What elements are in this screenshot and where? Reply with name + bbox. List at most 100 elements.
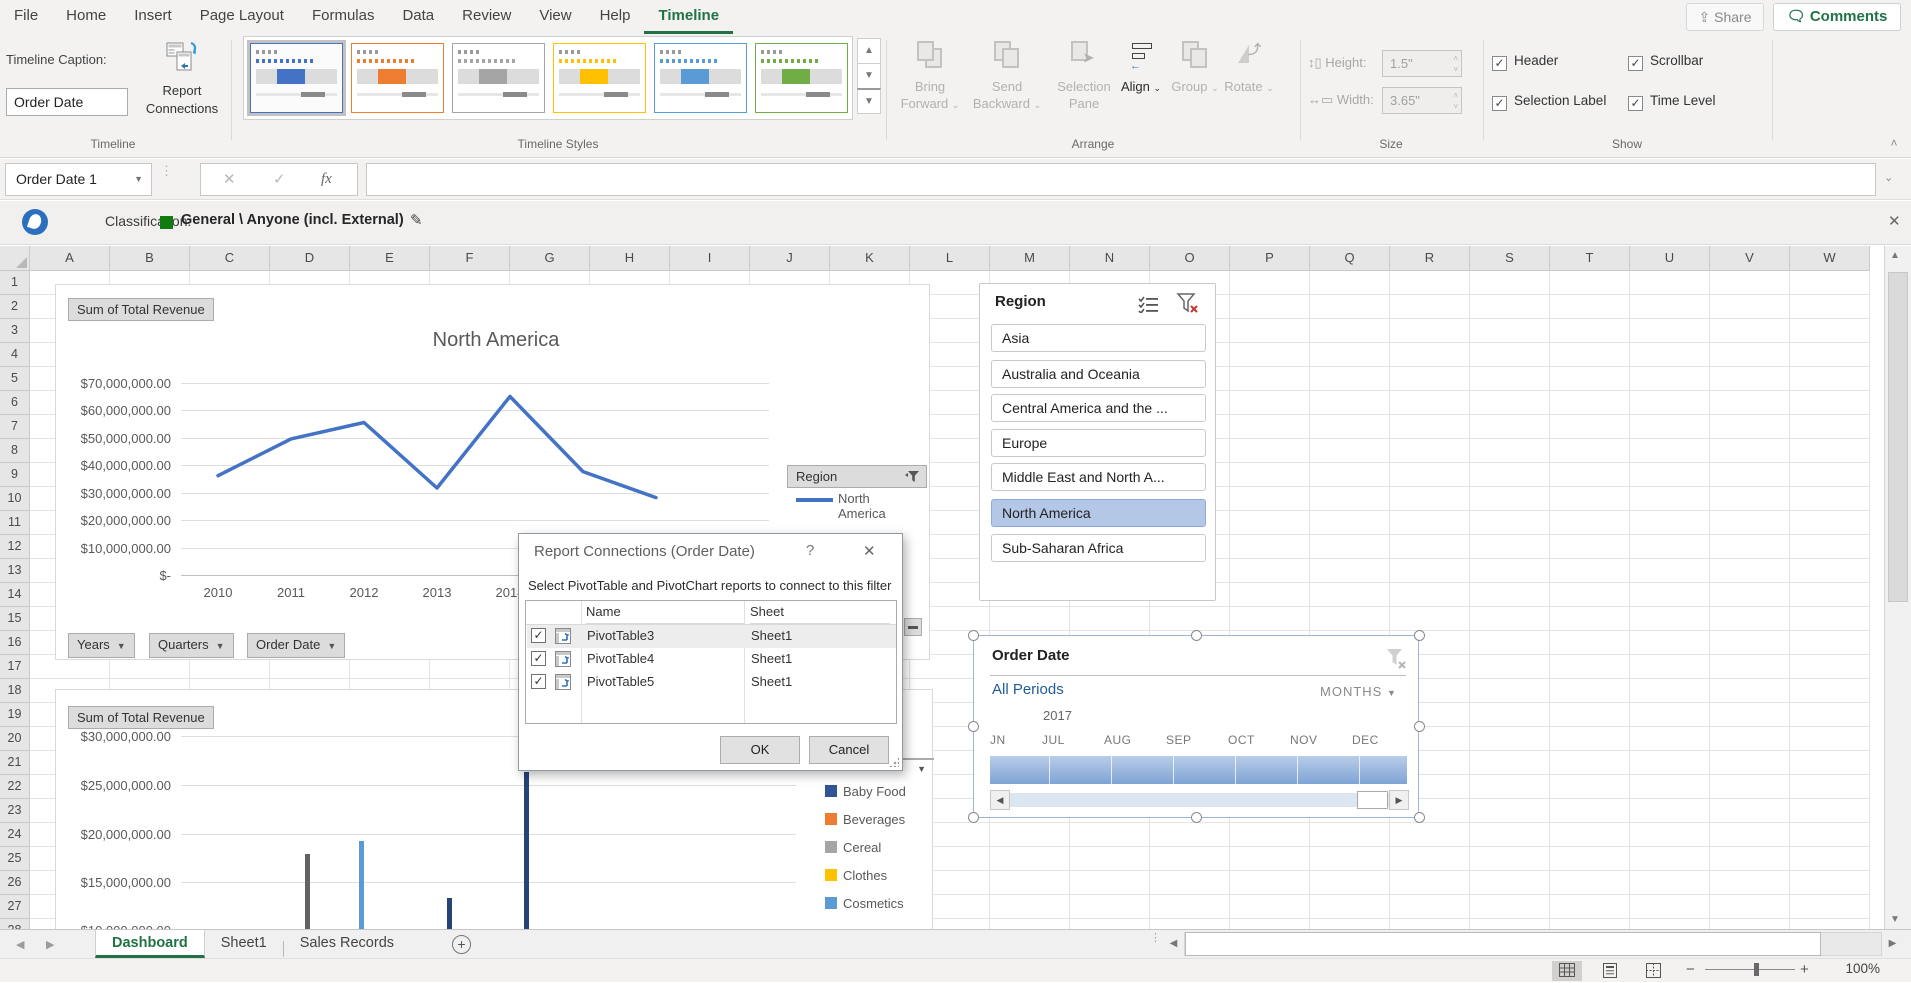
timeline-style-gray[interactable] [452, 43, 545, 113]
row-header-13[interactable]: 13 [0, 559, 30, 583]
edit-classification-icon[interactable]: ✎ [410, 211, 423, 229]
scrollbar-track[interactable] [1010, 793, 1389, 807]
ok-button[interactable]: OK [720, 736, 800, 764]
insert-function-icon[interactable]: fx [321, 164, 332, 195]
sheet-nav-left-icon[interactable]: ◀ [16, 938, 24, 951]
resize-handle[interactable] [968, 630, 979, 641]
sheet-nav-right-icon[interactable]: ▶ [46, 938, 54, 951]
bring-forward-button[interactable]: Bring Forward ⌄ [892, 38, 968, 132]
multi-select-icon[interactable] [1138, 295, 1160, 313]
cancel-button[interactable]: Cancel [809, 736, 889, 764]
slicer-item[interactable]: Australia and Oceania [991, 360, 1206, 388]
ribbon-tab-review[interactable]: Review [448, 0, 525, 31]
row-header-6[interactable]: 6 [0, 391, 30, 415]
row-header-23[interactable]: 23 [0, 799, 30, 823]
resize-handle[interactable] [968, 812, 979, 823]
column-header-P[interactable]: P [1230, 246, 1310, 271]
dialog-resize-grip[interactable] [889, 757, 899, 767]
row-header-24[interactable]: 24 [0, 823, 30, 847]
value-field-button[interactable]: Sum of Total Revenue [68, 298, 214, 321]
timeline-level-dropdown[interactable]: MONTHS ▼ [1320, 684, 1397, 699]
ribbon-tab-insert[interactable]: Insert [120, 0, 186, 31]
row-header-19[interactable]: 19 [0, 703, 30, 727]
gallery-down-button[interactable]: ▼ [857, 63, 881, 89]
scrollbar-splitter[interactable]: ⋮ [1150, 935, 1161, 941]
pivot-table-row[interactable]: ✓ PivotTable4 Sheet1 [527, 648, 896, 671]
comments-button[interactable]: 🗨 Comments [1773, 3, 1901, 31]
column-header-N[interactable]: N [1070, 246, 1150, 271]
zoom-slider-thumb[interactable] [1754, 963, 1759, 976]
sheet-tab-sales-records[interactable]: Sales Records [284, 930, 410, 958]
column-header-I[interactable]: I [670, 246, 750, 271]
show-time-level-checkbox[interactable]: ✓Time Level [1628, 92, 1716, 111]
timeline-styles-gallery[interactable] [243, 36, 853, 120]
timeline-selection-bar[interactable] [990, 756, 1407, 784]
slicer-item[interactable]: Sub-Saharan Africa [991, 534, 1206, 562]
row-header-4[interactable]: 4 [0, 343, 30, 367]
row-header-1[interactable]: 1 [0, 271, 30, 295]
checkbox-icon[interactable]: ✓ [531, 674, 546, 689]
zoom-percentage[interactable]: 100% [1830, 961, 1880, 976]
pivot-table-row[interactable]: ✓ PivotTable5 Sheet1 [527, 671, 896, 694]
row-header-25[interactable]: 25 [0, 847, 30, 871]
row-header-26[interactable]: 26 [0, 871, 30, 895]
ribbon-tab-home[interactable]: Home [52, 0, 120, 31]
row-header-2[interactable]: 2 [0, 295, 30, 319]
resize-handle[interactable] [1191, 630, 1202, 641]
column-header-B[interactable]: B [110, 246, 190, 271]
gallery-up-button[interactable]: ▲ [857, 38, 881, 64]
height-input[interactable]: 1.5"˄˅ [1382, 50, 1462, 77]
resize-handle[interactable] [1414, 630, 1425, 641]
ribbon-tab-formulas[interactable]: Formulas [298, 0, 389, 31]
column-header-W[interactable]: W [1790, 246, 1870, 271]
width-spinner[interactable]: ˄˅ [1453, 90, 1458, 112]
column-header-T[interactable]: T [1550, 246, 1630, 271]
checkbox-icon[interactable]: ✓ [531, 651, 546, 666]
report-connections-button[interactable]: Report Connections [140, 38, 224, 132]
sheet-tab-sheet1[interactable]: Sheet1 [205, 930, 283, 958]
row-header-14[interactable]: 14 [0, 583, 30, 607]
column-header-Q[interactable]: Q [1310, 246, 1390, 271]
collapse-ribbon-icon[interactable]: ˄ [1884, 136, 1904, 154]
slicer-item[interactable]: Central America and the ... [991, 394, 1206, 422]
scroll-right-icon[interactable]: ▶ [1389, 790, 1409, 810]
dialog-help-icon[interactable]: ? [806, 542, 814, 559]
timeline-caption-input[interactable]: Order Date [6, 88, 128, 116]
legend-field-button[interactable]: Region [787, 465, 927, 488]
region-slicer[interactable]: Region Asia Australia and Oceania Centra… [979, 283, 1216, 601]
column-header-G[interactable]: G [510, 246, 590, 271]
column-header-H[interactable]: H [590, 246, 670, 271]
pivot-table-row[interactable]: ✓ PivotTable3 Sheet1 [527, 625, 896, 648]
column-header-A[interactable]: A [30, 246, 110, 271]
name-box[interactable]: Order Date 1▼ [5, 163, 152, 196]
clear-filter-icon[interactable] [1176, 293, 1200, 315]
column-header-S[interactable]: S [1470, 246, 1550, 271]
row-header-15[interactable]: 15 [0, 607, 30, 631]
ribbon-tab-data[interactable]: Data [388, 0, 448, 31]
column-header-M[interactable]: M [990, 246, 1070, 271]
row-header-16[interactable]: 16 [0, 631, 30, 655]
field-buttons-collapse[interactable]: ▬ [904, 618, 922, 636]
scrollbar-thumb[interactable] [1185, 932, 1821, 956]
report-connections-dialog[interactable]: Report Connections (Order Date) ? ✕ Sele… [518, 533, 903, 771]
column-header-L[interactable]: L [910, 246, 990, 271]
column-header-R[interactable]: R [1390, 246, 1470, 271]
width-input[interactable]: 3.65"˄˅ [1382, 87, 1462, 114]
timeline-scrollbar[interactable]: ◀ ▶ [990, 790, 1409, 810]
slicer-item[interactable]: Middle East and North A... [991, 463, 1206, 491]
height-spinner[interactable]: ˄˅ [1453, 53, 1458, 75]
show-selection-label-checkbox[interactable]: ✓Selection Label [1492, 92, 1606, 111]
order-date-timeline[interactable]: Order Date All Periods MONTHS ▼ 2017 JN … [973, 635, 1419, 818]
timeline-style-green[interactable] [755, 43, 848, 113]
value-field-button[interactable]: Sum of Total Revenue [68, 706, 214, 729]
scroll-down-icon[interactable]: ▼ [1890, 914, 1900, 925]
timeline-style-yellow[interactable] [553, 43, 646, 113]
row-header-7[interactable]: 7 [0, 415, 30, 439]
row-header-22[interactable]: 22 [0, 775, 30, 799]
column-header-F[interactable]: F [430, 246, 510, 271]
row-header-12[interactable]: 12 [0, 535, 30, 559]
checkbox-icon[interactable]: ✓ [531, 628, 546, 643]
zoom-slider-track[interactable] [1705, 969, 1795, 970]
row-header-28[interactable]: 28 [0, 919, 30, 929]
quarters-filter-button[interactable]: Quarters▼ [149, 633, 234, 658]
